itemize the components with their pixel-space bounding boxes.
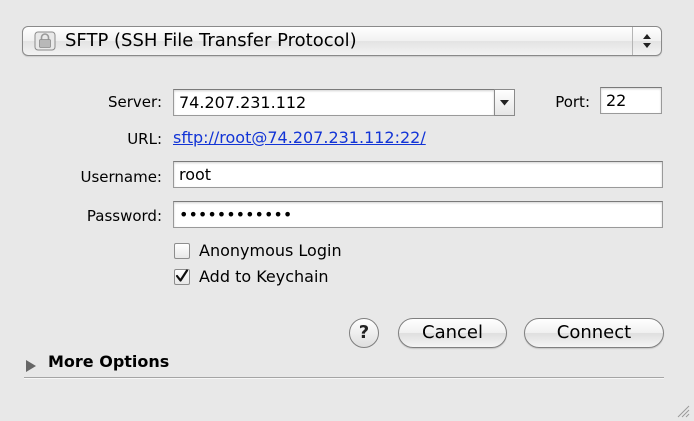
password-label: Password: [86,207,162,225]
protocol-popup[interactable]: SFTP (SSH File Transfer Protocol) [22,26,662,56]
more-options-label[interactable]: More Options [48,353,169,371]
divider [24,377,664,379]
add-to-keychain-label[interactable]: Add to Keychain [199,268,329,286]
server-dropdown-button[interactable] [494,89,515,116]
url-label: URL: [127,130,162,148]
chevron-down-icon [495,90,514,115]
connect-dialog: SFTP (SSH File Transfer Protocol) Server… [0,0,694,421]
resize-grip-icon[interactable] [674,402,690,418]
server-label: Server: [108,93,162,111]
anonymous-login-label[interactable]: Anonymous Login [199,242,342,260]
server-field[interactable]: 74.207.231.112 [173,89,495,116]
disclosure-triangle-icon[interactable] [26,357,36,372]
checkmark-icon [175,269,189,282]
port-label: Port: [555,93,590,111]
password-field[interactable]: •••••••••••• [173,201,663,228]
help-button[interactable]: ? [349,318,379,348]
cancel-button[interactable]: Cancel [398,318,507,348]
connect-button[interactable]: Connect [524,318,664,348]
up-down-arrows-icon [632,27,661,55]
anonymous-login-checkbox[interactable] [174,243,190,259]
lock-icon [34,31,56,51]
add-to-keychain-checkbox[interactable] [174,269,190,285]
url-link[interactable]: sftp://root@74.207.231.112:22/ [173,129,426,147]
port-field[interactable]: 22 [600,87,662,114]
username-field[interactable]: root [173,161,663,188]
username-label: Username: [80,168,162,186]
protocol-label: SFTP (SSH File Transfer Protocol) [65,30,357,51]
